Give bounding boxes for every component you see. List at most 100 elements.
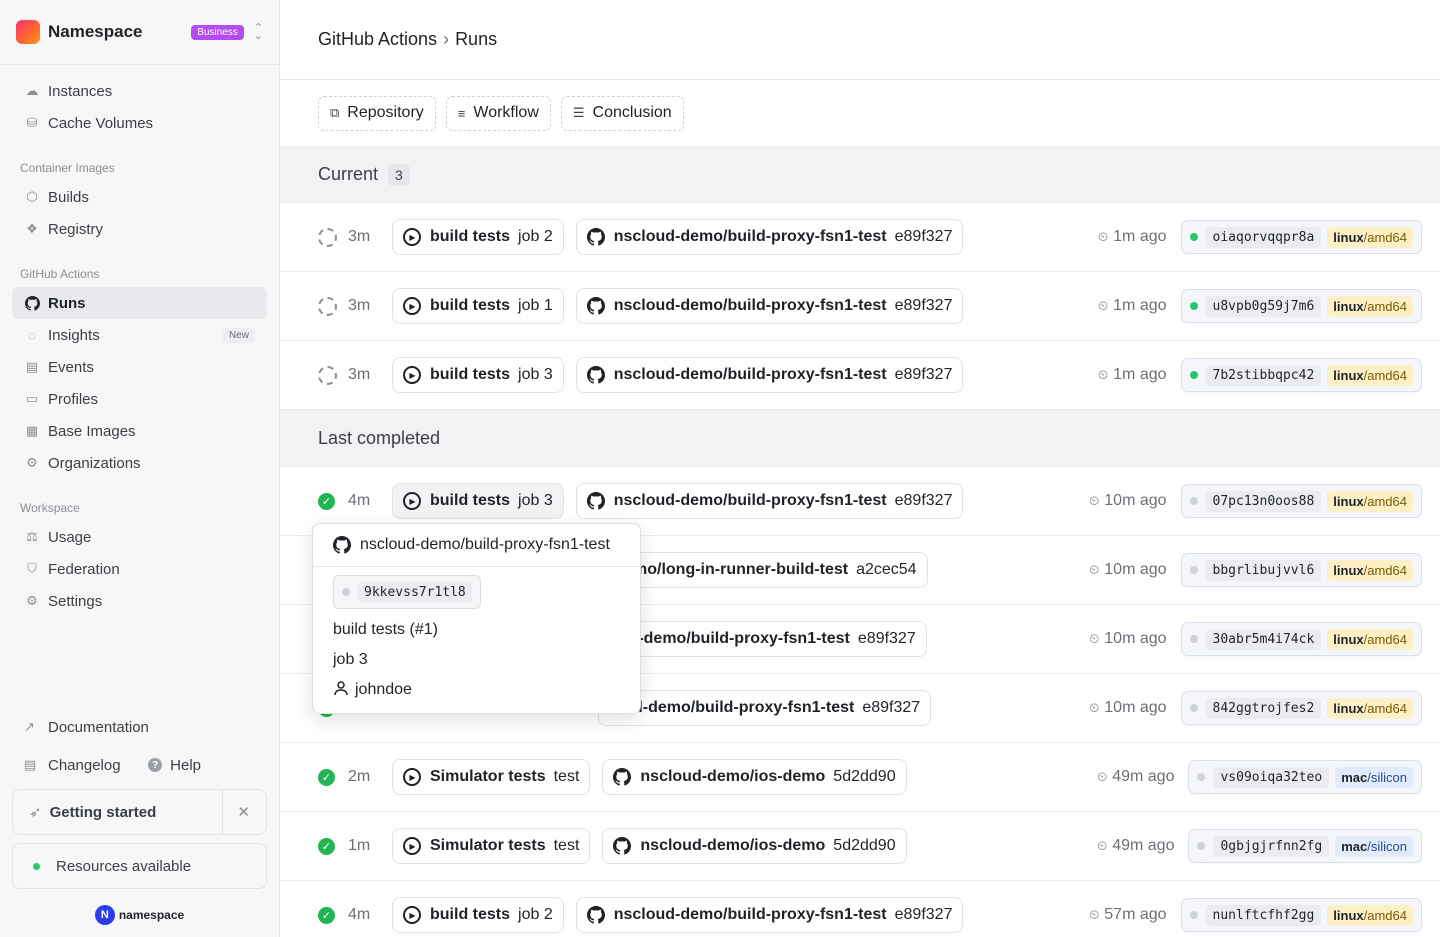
instance-id: oiaqorvqqpr8a (1205, 226, 1322, 248)
getting-started-card[interactable]: ➶ Getting started ✕ (12, 789, 267, 835)
instance-status-dot-icon (1197, 842, 1206, 850)
sidebar-item-profiles[interactable]: ▭ Profiles (12, 383, 267, 415)
check-circle-icon: ✓ (318, 768, 335, 786)
filter-repository-button[interactable]: ⧉ Repository (318, 95, 436, 131)
github-icon (613, 768, 632, 786)
run-row[interactable]: ✓ 2m ▶ Simulator tests test nscloud-demo/ios-… (280, 743, 1440, 812)
changelog-link[interactable]: Changelog (48, 757, 121, 774)
sidebar-item-registry[interactable]: ❖ Registry (12, 213, 267, 245)
filter-conclusion-button[interactable]: ☰ Conclusion (560, 95, 684, 131)
workspace-switcher[interactable]: Namespace Business ⌃ ⌄ (0, 0, 279, 65)
workflow-job-pill[interactable]: ▶ build tests job 2 (392, 897, 564, 933)
repository-pill[interactable]: -demo/long-in-runner-build-test a2cec54 (598, 552, 928, 588)
run-row[interactable]: 3m ▶ build tests job 3 nscloud-demo/build-pr… (280, 341, 1440, 410)
instance-id: 842ggtrojfes2 (1205, 697, 1322, 719)
platform-chip: linux/amd64 (1327, 226, 1413, 248)
run-started-time: ⏲ 10m ago (1089, 699, 1166, 717)
instance-chip[interactable]: nunlftcfhf2gg linux/amd64 (1180, 898, 1422, 932)
run-meta: ⏲ 1m ago u8vpb0g59j7m6 linux/amd64 (1098, 289, 1422, 323)
instance-chip[interactable]: 842ggtrojfes2 linux/amd64 (1180, 691, 1422, 725)
group-title: Last completed (318, 428, 441, 448)
workflow-job-pill[interactable]: ▶ build tests job 3 (392, 483, 564, 519)
repository-pill[interactable]: nscloud-demo/build-proxy-fsn1-test e89f32… (575, 219, 964, 255)
github-icon (586, 297, 605, 315)
sidebar-item-organizations[interactable]: ⚙ Organizations (12, 447, 267, 479)
sidebar-item-label: Federation (48, 560, 120, 578)
commit-sha: e89f327 (894, 492, 953, 509)
instance-chip[interactable]: 30abr5m4i74ck linux/amd64 (1180, 622, 1422, 656)
sidebar-item-base-images[interactable]: ▦ Base Images (12, 415, 267, 447)
folder-icon: ▭ (25, 391, 39, 406)
resources-card[interactable]: Resources available (12, 843, 267, 889)
instance-chip[interactable]: vs09oiqa32teo mac/silicon (1188, 760, 1422, 794)
getting-started-label: Getting started (49, 803, 157, 821)
workflow-job-pill[interactable]: ▶ Simulator tests test (392, 759, 591, 795)
job-name: test (553, 768, 580, 785)
run-status: ✓ (318, 492, 348, 510)
breadcrumb-parent[interactable]: GitHub Actions (318, 29, 437, 50)
repository-pill[interactable]: nscloud-demo/build-proxy-fsn1-test e89f32… (575, 288, 964, 324)
repository-pill[interactable]: nscloud-demo/build-proxy-fsn1-test e89f32… (575, 483, 964, 519)
group-count-badge: 3 (388, 163, 410, 186)
documentation-link[interactable]: ↗ Documentation (12, 711, 267, 743)
filter-workflow-button[interactable]: ≡ Workflow (445, 95, 551, 131)
chevron-updown-icon[interactable]: ⌃ ⌄ (254, 23, 263, 42)
github-icon (333, 536, 351, 554)
instance-chip[interactable]: 0gbjgjrfnn2fg mac/silicon (1188, 829, 1422, 863)
commit-sha: 5d2dd90 (833, 837, 896, 854)
commit-sha: a2cec54 (856, 561, 917, 578)
run-row[interactable]: 3m ▶ build tests job 1 nscloud-demo/build-pr… (280, 272, 1440, 341)
instance-chip[interactable]: u8vpb0g59j7m6 linux/amd64 (1180, 289, 1422, 323)
run-meta: ⏲ 1m ago oiaqorvqqpr8a linux/amd64 (1098, 220, 1422, 254)
run-row[interactable]: ✓ 1m ▶ Simulator tests test nscloud-demo/ios-… (280, 812, 1440, 881)
instance-id: bbgrlibujvvl6 (1205, 559, 1322, 581)
sidebar-item-events[interactable]: ▤ Events (12, 351, 267, 383)
namespace-mark-icon: N (94, 905, 115, 925)
repository-pill[interactable]: nscloud-demo/build-proxy-fsn1-test e89f32… (575, 357, 964, 393)
group-title: Current (318, 164, 379, 184)
help-link[interactable]: ? Help (148, 757, 201, 774)
workflow-job-pill[interactable]: ▶ build tests job 1 (392, 288, 564, 324)
run-row[interactable]: ✓ 4m ▶ build tests job 2 nscloud-demo/build-p… (280, 881, 1440, 937)
group-header: Current 3 (280, 146, 1440, 203)
instance-chip[interactable]: 7b2stibbqpc42 linux/amd64 (1180, 358, 1422, 392)
sidebar-item-instances[interactable]: ☁ Instances (12, 75, 267, 107)
popover-instance-chip[interactable]: 9kkevss7r1tl8 (333, 575, 481, 609)
repository-pill[interactable]: nscloud-demo/ios-demo 5d2dd90 (602, 759, 907, 795)
sidebar-item-runs[interactable]: Runs (12, 287, 267, 319)
popover-repo[interactable]: nscloud-demo/build-proxy-fsn1-test (313, 524, 640, 567)
repository-pill[interactable]: oud-demo/build-proxy-fsn1-test e89f327 (598, 621, 927, 657)
sidebar-item-label: Builds (48, 188, 89, 206)
commit-sha: e89f327 (862, 699, 921, 716)
instance-chip[interactable]: 07pc13n0oos88 linux/amd64 (1180, 484, 1422, 518)
platform-os: linux (1333, 229, 1364, 245)
sidebar-item-label: Cache Volumes (48, 114, 154, 132)
instance-chip[interactable]: oiaqorvqqpr8a linux/amd64 (1180, 220, 1422, 254)
sidebar-item-settings[interactable]: ⚙ Settings (12, 585, 267, 617)
repository-pill[interactable]: nscloud-demo/build-proxy-fsn1-test e89f32… (575, 897, 964, 933)
close-icon[interactable]: ✕ (222, 790, 250, 834)
sidebar-item-builds[interactable]: ⬡ Builds (12, 181, 267, 213)
run-meta: ⏲ 49m ago vs09oiqa32teo mac/silicon (1097, 760, 1422, 794)
repository-name: -demo/long-in-runner-build-test (609, 561, 849, 578)
sidebar-item-cache-volumes[interactable]: ⛁ Cache Volumes (12, 107, 267, 139)
repository-pill[interactable]: loud-demo/build-proxy-fsn1-test e89f327 (598, 690, 932, 726)
check-circle-icon: ✓ (318, 492, 335, 510)
status-dot-icon (33, 862, 40, 870)
repository-pill[interactable]: nscloud-demo/ios-demo 5d2dd90 (602, 828, 907, 864)
platform-chip: linux/amd64 (1327, 697, 1413, 719)
run-status (318, 365, 348, 385)
instance-chip[interactable]: bbgrlibujvvl6 linux/amd64 (1180, 553, 1422, 587)
run-row[interactable]: 3m ▶ build tests job 2 nscloud-demo/build-pr… (280, 203, 1440, 272)
platform-os: linux (1333, 493, 1364, 509)
sidebar-item-label: Settings (48, 592, 103, 610)
workflow-job-pill[interactable]: ▶ Simulator tests test (392, 828, 591, 864)
sidebar-item-insights[interactable]: ◌ Insights New (12, 319, 267, 351)
sidebar-item-usage[interactable]: ⚖ Usage (12, 521, 267, 553)
sidebar-item-federation[interactable]: ⛉ Federation (12, 553, 267, 585)
workflow-job-pill[interactable]: ▶ build tests job 2 (392, 219, 564, 255)
platform-arch: silicon (1370, 769, 1407, 785)
run-details-popover: nscloud-demo/build-proxy-fsn1-test 9kkev… (312, 523, 641, 714)
workflow-job-pill[interactable]: ▶ build tests job 3 (392, 357, 564, 393)
footer-brand: N namespace (12, 905, 267, 925)
